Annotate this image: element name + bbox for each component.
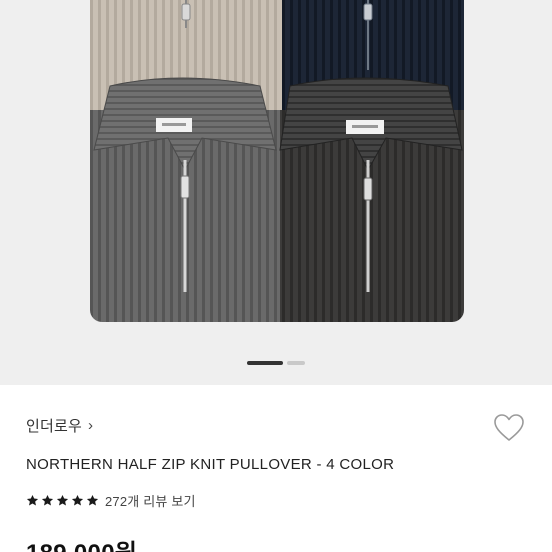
pager-dot-active[interactable] <box>247 361 283 365</box>
product-image[interactable] <box>90 0 464 322</box>
product-gallery[interactable] <box>0 0 552 385</box>
product-info: 인더로우 › NORTHERN HALF ZIP KNIT PULLOVER -… <box>0 385 552 552</box>
review-link[interactable]: 272개 리뷰 보기 <box>105 491 196 510</box>
heart-outline-icon <box>494 414 524 441</box>
star-rating <box>26 494 99 507</box>
star-icon <box>26 494 39 506</box>
chevron-right-icon: › <box>88 417 94 434</box>
product-price: 189,000원 <box>26 533 137 552</box>
pager-dot[interactable] <box>287 361 305 365</box>
star-icon <box>71 494 84 506</box>
star-icon <box>41 494 54 506</box>
star-icon <box>86 494 99 506</box>
star-icon <box>56 494 69 506</box>
wishlist-button[interactable] <box>492 411 526 445</box>
brand-name: 인더로우 <box>26 418 83 435</box>
gallery-pager[interactable] <box>0 360 552 366</box>
brand-link[interactable]: 인더로우 › <box>26 415 93 436</box>
rating-row[interactable]: 272개 리뷰 보기 <box>26 491 196 510</box>
product-title: NORTHERN HALF ZIP KNIT PULLOVER - 4 COLO… <box>26 456 395 473</box>
